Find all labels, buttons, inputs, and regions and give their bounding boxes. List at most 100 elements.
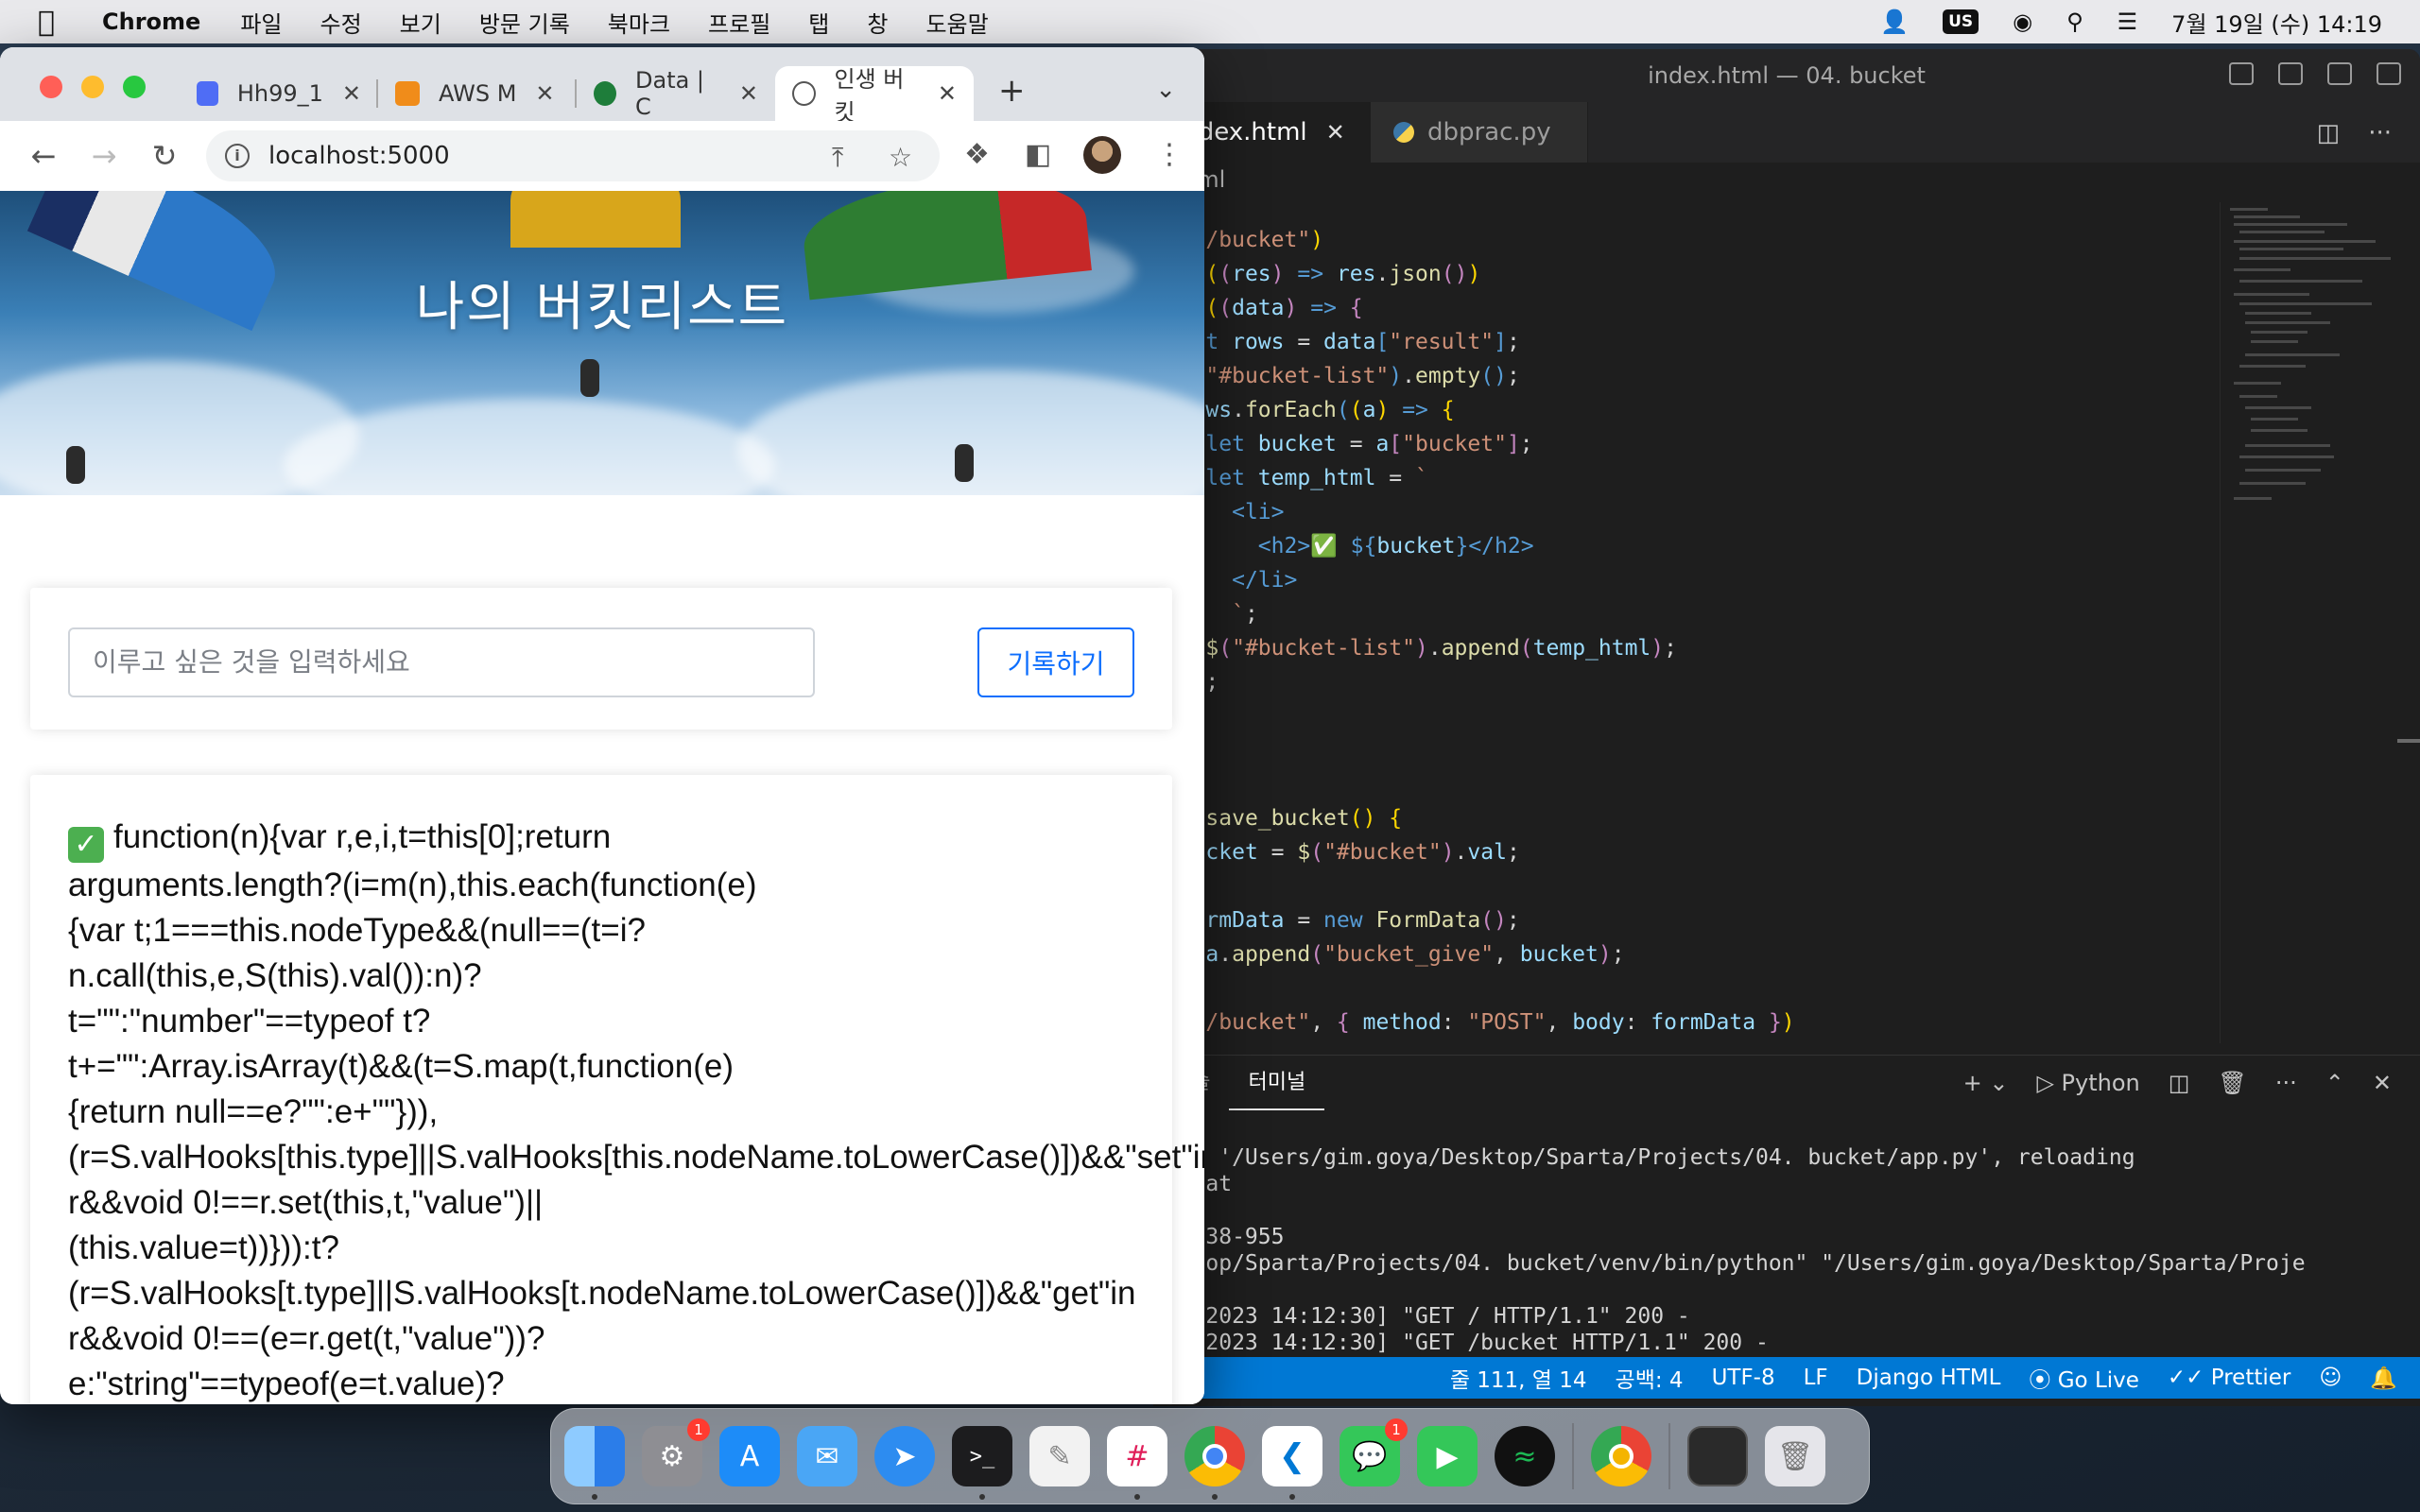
code-line: mData.append("bucket_give", bucket); (1153, 942, 1625, 967)
more-actions-icon[interactable]: ··· (2275, 1070, 2297, 1096)
browser-tab[interactable]: Data | C ✕ (577, 66, 775, 121)
status-encoding[interactable]: UTF-8 (1712, 1366, 1775, 1390)
notifications-bell-icon[interactable]: 🔔 (2370, 1366, 2397, 1391)
menu-profiles[interactable]: 프로필 (708, 6, 770, 39)
code-line: </li> (1232, 568, 1298, 593)
code-editor[interactable]: ch("/bucket") then((res) => res.json()) … (1153, 223, 2212, 1036)
tab-search-chevron-icon[interactable]: ⌄ (1155, 76, 1176, 104)
vscode-app-icon[interactable]: ❮ (1262, 1426, 1322, 1500)
maximize-panel-icon[interactable]: ⌃ (2325, 1070, 2344, 1096)
control-center-icon[interactable]: ☰ (2118, 9, 2138, 35)
tab-terminal[interactable]: 터미널 (1229, 1056, 1325, 1110)
editor-tab-dbprac-py[interactable]: dbprac.py (1371, 102, 1588, 163)
input-source-badge[interactable]: US (1943, 9, 1979, 34)
status-eol[interactable]: LF (1804, 1366, 1828, 1390)
trash-icon[interactable]: 🗑 (1765, 1426, 1825, 1486)
tab-label: Data | C (635, 67, 705, 120)
extensions-puzzle-icon[interactable]: ❖ (964, 138, 990, 171)
close-panel-icon[interactable]: ✕ (2373, 1070, 2392, 1096)
split-terminal-icon[interactable]: ◫ (2169, 1070, 2190, 1096)
skydiver-image (955, 444, 974, 482)
chrome-menu-icon[interactable]: ⋮ (1155, 138, 1184, 171)
minimap[interactable] (2220, 202, 2420, 1043)
trash-icon[interactable]: 🗑 (2218, 1070, 2246, 1096)
chrome-app-icon[interactable] (1184, 1426, 1245, 1500)
messages-app-icon[interactable]: 💬 1 (1340, 1418, 1408, 1486)
close-icon[interactable]: ✕ (535, 80, 554, 107)
menu-bookmarks[interactable]: 북마크 (608, 6, 670, 39)
slack-app-icon[interactable]: # (1107, 1426, 1167, 1500)
user-icon[interactable]: 👤 (1880, 9, 1909, 35)
finder-app-icon[interactable] (564, 1426, 625, 1500)
address-bar[interactable]: i localhost:5000 ⤒ ☆ (206, 130, 940, 181)
side-panel-icon[interactable]: ◧ (1025, 138, 1051, 171)
forward-icon[interactable]: → (87, 138, 121, 174)
menu-app-name[interactable]: Chrome (102, 9, 200, 35)
menu-window[interactable]: 창 (867, 6, 888, 39)
menu-file[interactable]: 파일 (240, 6, 282, 39)
editor-scrollbar[interactable] (2397, 739, 2420, 743)
reload-icon[interactable]: ↻ (147, 138, 182, 174)
status-indentation[interactable]: 공백: 4 (1616, 1362, 1684, 1394)
status-cursor-position[interactable]: 줄 111, 열 14 (1450, 1362, 1587, 1394)
back-icon[interactable]: ← (26, 138, 60, 174)
browser-tab-active[interactable]: 인생 버킷 ✕ (775, 66, 974, 126)
spotlight-search-icon[interactable]: ⚲ (2066, 9, 2083, 35)
screenshot-stack-icon[interactable] (1687, 1426, 1748, 1486)
bucket-input[interactable]: 이루고 싶은 것을 입력하세요 (68, 627, 815, 697)
code-line: }); (1180, 670, 1219, 695)
spotify-app-icon[interactable]: ≈ (1495, 1426, 1555, 1486)
app-store-app-icon[interactable]: A (719, 1426, 780, 1486)
web-page: 나의 버킷리스트 이루고 싶은 것을 입력하세요 기록하기 ✓ function(… (0, 191, 1204, 1404)
terminal-output[interactable]: .py" in '/Users/gim.goya/Desktop/Sparta/… (1153, 1110, 2420, 1356)
menu-history[interactable]: 방문 기록 (479, 6, 570, 39)
mail-app-icon[interactable]: ✉ (797, 1426, 857, 1486)
zoom-window-button[interactable] (123, 76, 146, 98)
profile-avatar[interactable] (1083, 136, 1121, 174)
url-text[interactable]: localhost:5000 (268, 142, 450, 170)
toggle-sidebar-icon[interactable] (2229, 62, 2254, 85)
site-info-icon[interactable]: i (225, 144, 250, 168)
breadcrumb[interactable]: .html (1153, 163, 2420, 197)
minimize-window-button[interactable] (81, 76, 104, 98)
apple-menu-icon[interactable]:  (38, 6, 70, 39)
browser-tab[interactable]: AWS M ✕ (378, 66, 577, 121)
record-button[interactable]: 기록하기 (977, 627, 1134, 697)
menu-view[interactable]: 보기 (400, 6, 441, 39)
share-icon[interactable]: ⤒ (832, 142, 843, 174)
customize-layout-icon[interactable] (2377, 62, 2401, 85)
status-go-live[interactable]: ⦿ Go Live (2029, 1362, 2138, 1394)
terminal-profile[interactable]: ▷ Python (2036, 1070, 2139, 1096)
new-tab-icon[interactable]: + (998, 72, 1026, 110)
system-settings-app-icon[interactable]: ⚙ 1 (642, 1418, 710, 1486)
more-actions-icon[interactable]: ··· (2368, 119, 2392, 147)
menu-edit[interactable]: 수정 (320, 6, 361, 39)
menu-help[interactable]: 도움말 (925, 6, 988, 39)
terminal-app-icon[interactable]: >_ (952, 1426, 1012, 1500)
textedit-app-icon[interactable]: ✎ (1029, 1426, 1090, 1486)
browser-tab[interactable]: Hh99_1 ✕ (180, 66, 378, 121)
feedback-icon[interactable]: ☺ (2319, 1366, 2342, 1390)
facetime-app-icon[interactable]: ▶ (1417, 1426, 1478, 1486)
close-window-button[interactable] (40, 76, 62, 98)
bookmark-star-icon[interactable]: ☆ (889, 142, 912, 173)
close-icon[interactable]: ✕ (938, 80, 957, 107)
safari-app-icon[interactable]: ➤ (874, 1426, 935, 1486)
toggle-secondary-sidebar-icon[interactable] (2327, 62, 2352, 85)
status-language[interactable]: Django HTML (1857, 1366, 2001, 1390)
terminal-line: esktop/Sparta/Projects/04. bucket/venv/b… (1153, 1251, 2306, 1276)
new-terminal-icon[interactable]: + ⌄ (1963, 1070, 2009, 1096)
status-prettier[interactable]: ✓✓ Prettier (2168, 1366, 2290, 1390)
wifi-icon[interactable]: ◉ (2013, 9, 2032, 35)
chrome-canary-app-icon[interactable] (1591, 1426, 1651, 1486)
menu-tab[interactable]: 탭 (808, 6, 829, 39)
editor-tabs: index.html ✕ dbprac.py ◫ ··· (1153, 102, 2420, 163)
terminal-line: 24-038-955 (1153, 1225, 1285, 1249)
menu-clock[interactable]: 7월 19일 (수) 14:19 (2171, 6, 2382, 39)
close-icon[interactable]: ✕ (342, 80, 361, 107)
close-icon[interactable]: ✕ (1326, 119, 1345, 146)
toggle-panel-icon[interactable] (2278, 62, 2303, 85)
split-editor-icon[interactable]: ◫ (2317, 119, 2341, 147)
close-icon[interactable]: ✕ (739, 80, 758, 107)
